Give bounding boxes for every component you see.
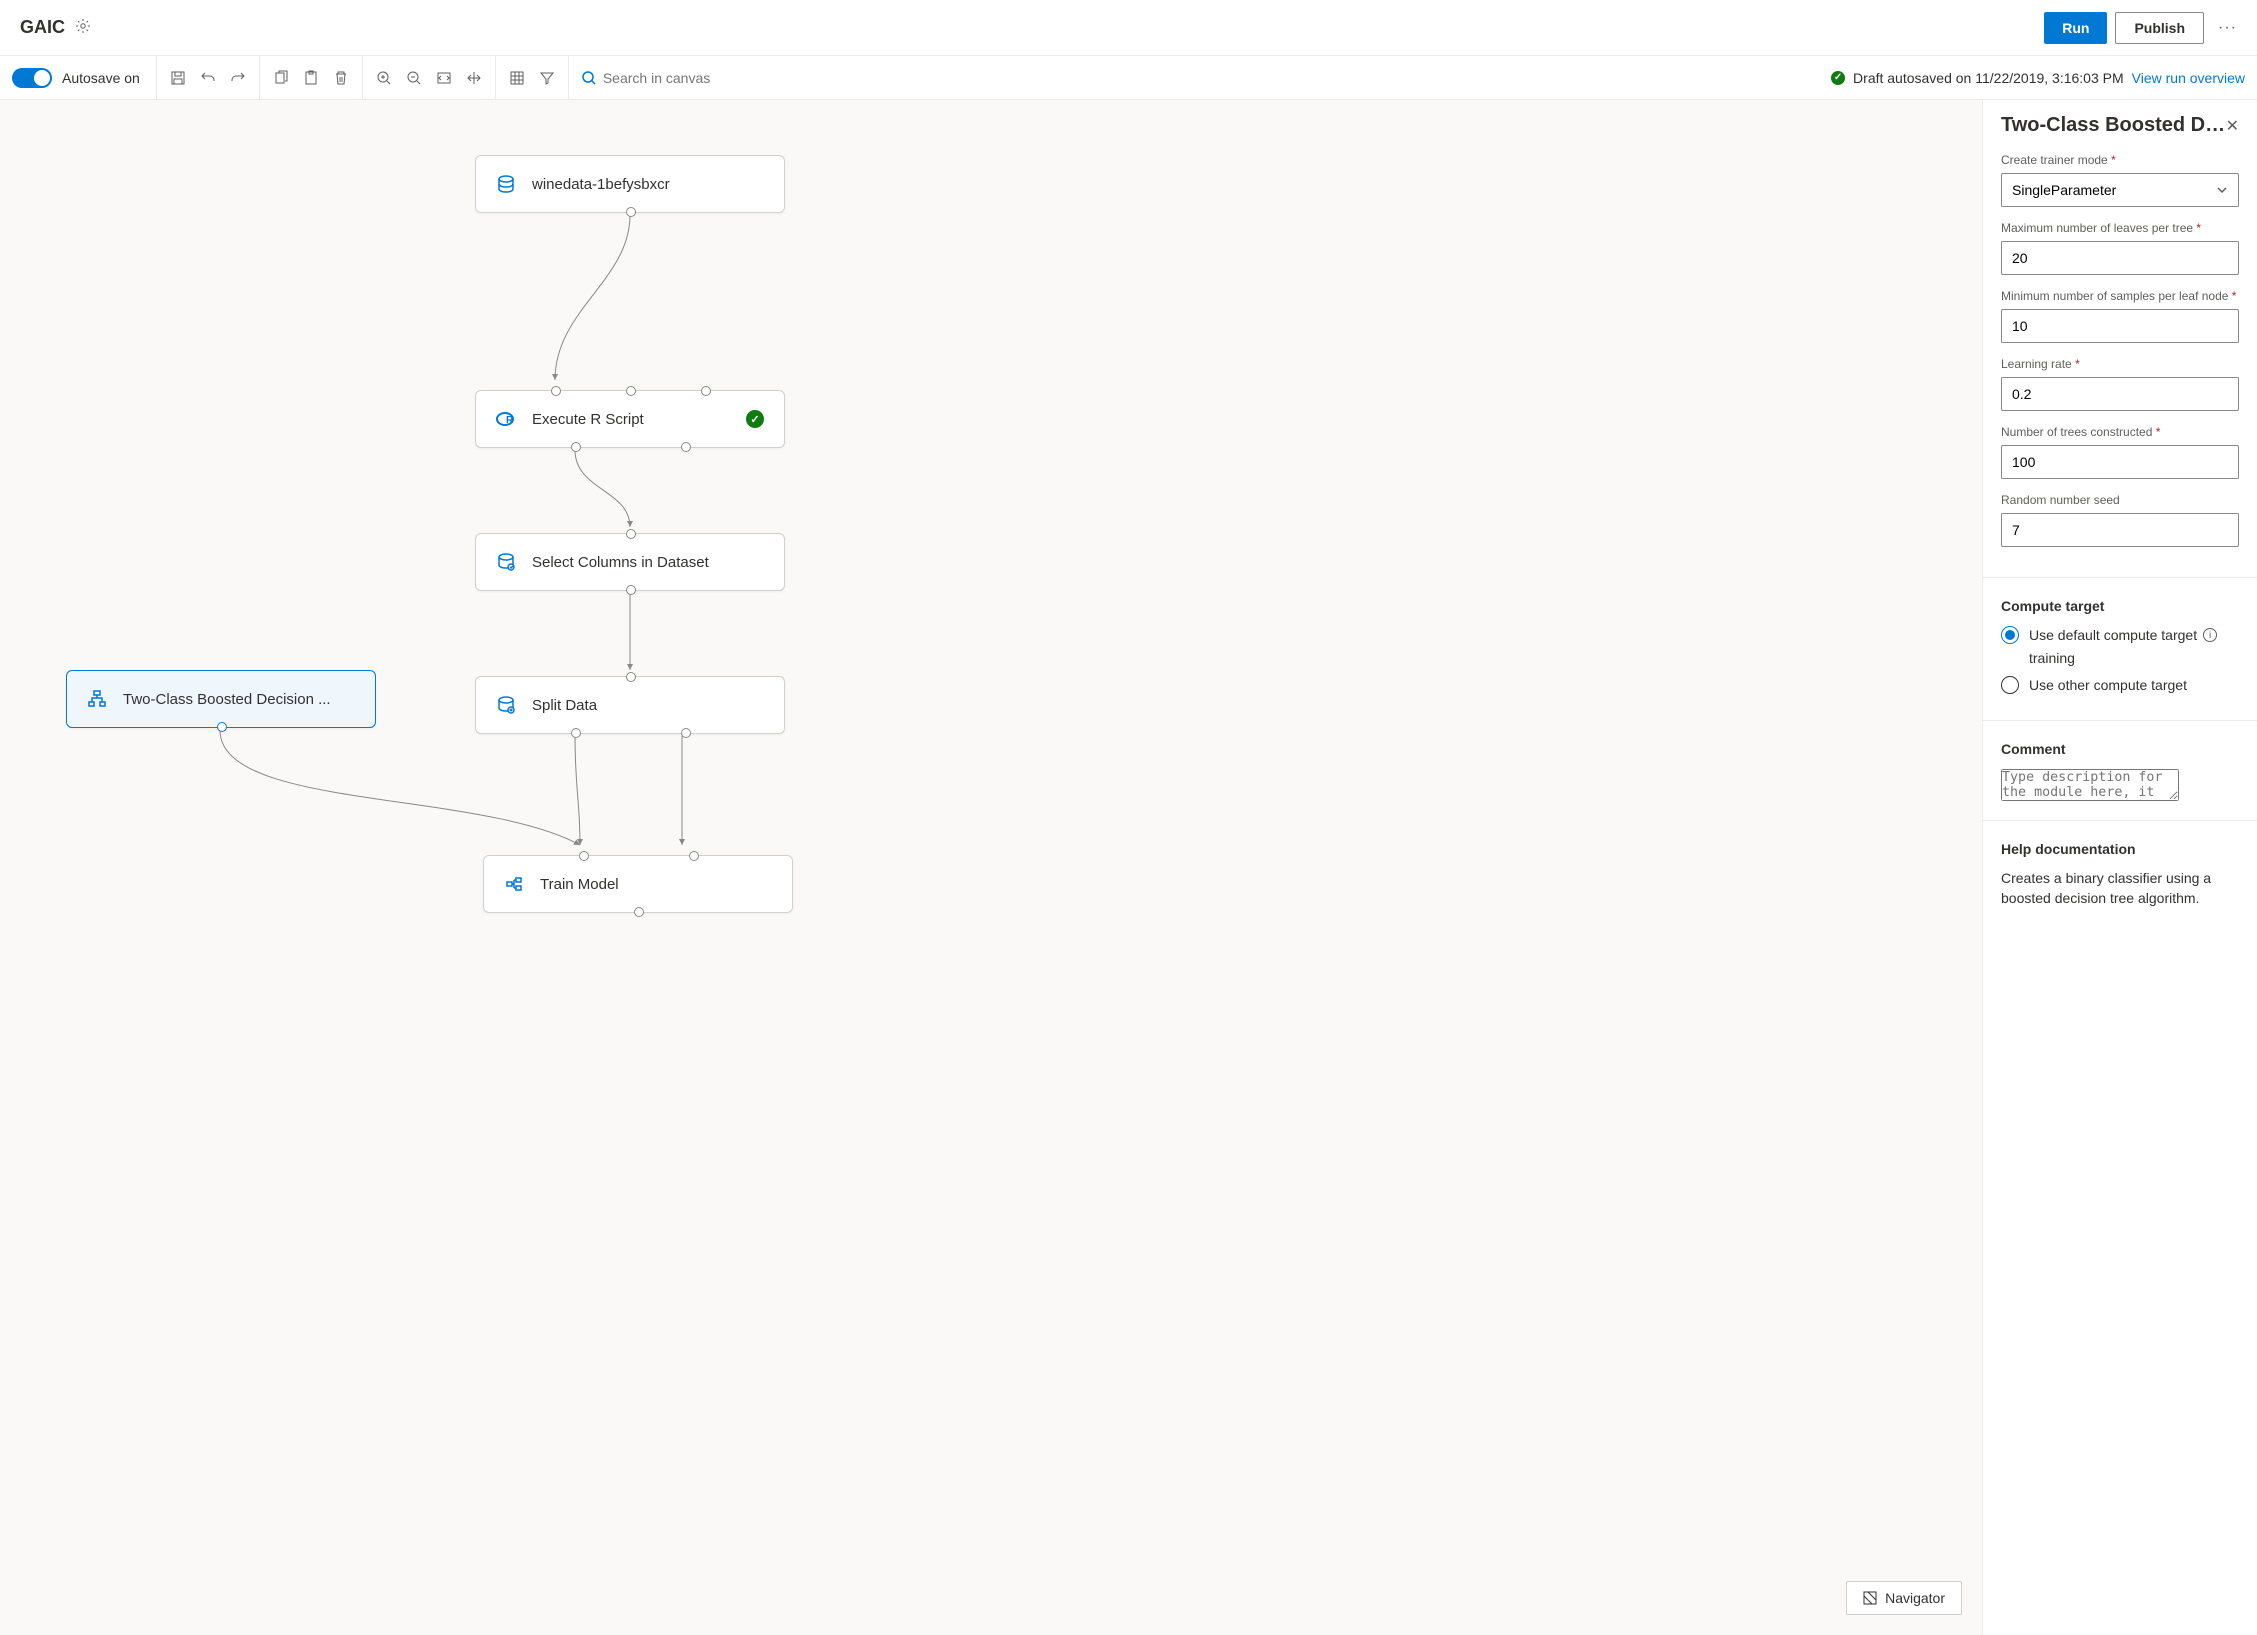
- compute-other-radio[interactable]: [2001, 676, 2019, 694]
- navigator-button[interactable]: Navigator: [1846, 1581, 1962, 1615]
- canvas[interactable]: winedata-1befysbxcr R Execute R Script S…: [0, 100, 1982, 1635]
- edges: [0, 100, 1982, 1635]
- max-leaves-label: Maximum number of leaves per tree *: [2001, 221, 2239, 235]
- compute-default-sub: training: [2029, 650, 2239, 666]
- page-title: GAIC: [20, 17, 65, 38]
- split-icon: [496, 695, 516, 715]
- close-icon[interactable]: ✕: [2226, 116, 2239, 136]
- r-icon: R: [496, 409, 516, 429]
- node-train-model[interactable]: Train Model: [483, 855, 793, 913]
- node-boosted-decision[interactable]: Two-Class Boosted Decision ...: [66, 670, 376, 728]
- status-check-icon: [1831, 71, 1845, 85]
- seed-label: Random number seed: [2001, 493, 2239, 507]
- learning-rate-input[interactable]: [2001, 377, 2239, 411]
- database-icon: [496, 174, 516, 194]
- grid-icon[interactable]: [502, 63, 532, 93]
- min-samples-input[interactable]: [2001, 309, 2239, 343]
- delete-icon[interactable]: [326, 63, 356, 93]
- success-icon: [746, 410, 764, 428]
- panel-title: Two-Class Boosted Decisi...: [2001, 114, 2226, 137]
- compute-other-label: Use other compute target: [2029, 677, 2187, 693]
- node-label: Select Columns in Dataset: [532, 554, 764, 571]
- help-text: Creates a binary classifier using a boos…: [2001, 869, 2239, 908]
- help-title: Help documentation: [2001, 841, 2239, 857]
- train-icon: [504, 874, 524, 894]
- autosave-label: Autosave on: [62, 70, 140, 86]
- compute-target-title: Compute target: [2001, 598, 2239, 614]
- run-button[interactable]: Run: [2044, 12, 2107, 44]
- trainer-mode-label: Create trainer mode *: [2001, 153, 2239, 167]
- fit-icon[interactable]: [429, 63, 459, 93]
- search-icon: [581, 70, 597, 86]
- info-icon[interactable]: i: [2203, 628, 2217, 642]
- max-leaves-input[interactable]: [2001, 241, 2239, 275]
- navigator-icon: [1863, 1591, 1877, 1605]
- svg-text:R: R: [506, 415, 514, 426]
- save-icon[interactable]: [163, 63, 193, 93]
- filter-icon[interactable]: [532, 63, 562, 93]
- node-label: winedata-1befysbxcr: [532, 176, 764, 193]
- min-samples-label: Minimum number of samples per leaf node …: [2001, 289, 2239, 303]
- autosave-status: Draft autosaved on 11/22/2019, 3:16:03 P…: [1853, 70, 2124, 86]
- actual-size-icon[interactable]: [459, 63, 489, 93]
- paste-icon[interactable]: [296, 63, 326, 93]
- header: GAIC Run Publish ···: [0, 0, 2257, 56]
- canvas-search-input[interactable]: [603, 70, 863, 86]
- seed-input[interactable]: [2001, 513, 2239, 547]
- publish-button[interactable]: Publish: [2115, 12, 2204, 44]
- toolbar: Autosave on Draft autosaved on 11/22/201…: [0, 56, 2257, 100]
- node-label: Train Model: [540, 876, 772, 893]
- navigator-label: Navigator: [1885, 1590, 1945, 1606]
- autosave-toggle[interactable]: [12, 68, 52, 88]
- comment-textarea[interactable]: [2001, 769, 2179, 801]
- view-run-link[interactable]: View run overview: [2132, 70, 2245, 86]
- node-label: Execute R Script: [532, 411, 746, 428]
- node-split-data[interactable]: Split Data: [475, 676, 785, 734]
- gear-icon[interactable]: [75, 18, 91, 37]
- redo-icon[interactable]: [223, 63, 253, 93]
- trainer-mode-select[interactable]: SingleParameter: [2001, 173, 2239, 207]
- undo-icon[interactable]: [193, 63, 223, 93]
- compute-default-radio[interactable]: [2001, 626, 2019, 644]
- tree-icon: [87, 689, 107, 709]
- learning-rate-label: Learning rate *: [2001, 357, 2239, 371]
- node-label: Two-Class Boosted Decision ...: [123, 691, 355, 708]
- node-select-columns[interactable]: Select Columns in Dataset: [475, 533, 785, 591]
- more-icon[interactable]: ···: [2218, 19, 2237, 37]
- columns-icon: [496, 552, 516, 572]
- node-label: Split Data: [532, 697, 764, 714]
- num-trees-label: Number of trees constructed *: [2001, 425, 2239, 439]
- properties-panel: Two-Class Boosted Decisi... ✕ Create tra…: [1982, 100, 2257, 1635]
- comment-title: Comment: [2001, 741, 2239, 757]
- zoom-out-icon[interactable]: [399, 63, 429, 93]
- num-trees-input[interactable]: [2001, 445, 2239, 479]
- compute-default-label: Use default compute target: [2029, 627, 2197, 643]
- node-dataset[interactable]: winedata-1befysbxcr: [475, 155, 785, 213]
- node-r-script[interactable]: R Execute R Script: [475, 390, 785, 448]
- zoom-in-icon[interactable]: [369, 63, 399, 93]
- copy-icon[interactable]: [266, 63, 296, 93]
